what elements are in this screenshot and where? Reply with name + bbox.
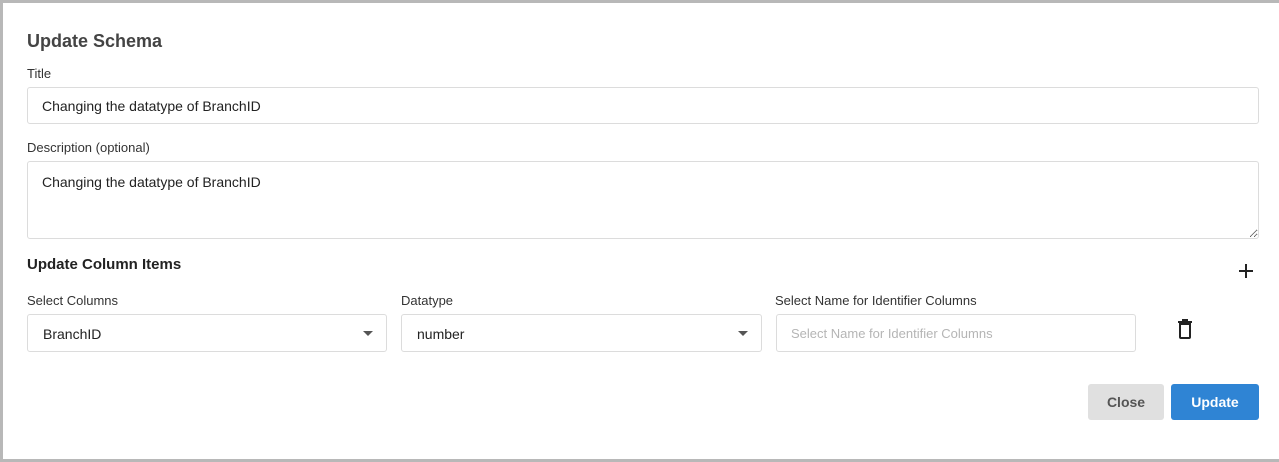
description-label: Description (optional): [27, 140, 150, 155]
section-title: Update Column Items: [27, 256, 182, 273]
trash-icon: [1178, 319, 1192, 339]
identifier-label: Select Name for Identifier Columns: [775, 293, 977, 308]
select-columns-value: BranchID: [43, 326, 102, 342]
identifier-input[interactable]: [776, 314, 1136, 352]
update-schema-dialog: Update Schema Title Description (optiona…: [3, 3, 1279, 459]
plus-icon: [1239, 264, 1253, 278]
datatype-dropdown[interactable]: number: [401, 314, 762, 352]
caret-down-icon: [738, 331, 748, 336]
dialog-title: Update Schema: [27, 31, 163, 51]
add-column-button[interactable]: [1235, 260, 1257, 282]
caret-down-icon: [363, 331, 373, 336]
description-textarea[interactable]: Changing the datatype of BranchID: [27, 161, 1259, 239]
title-label: Title: [27, 66, 52, 81]
datatype-value: number: [417, 326, 465, 342]
title-input[interactable]: [27, 87, 1259, 124]
select-columns-label: Select Columns: [27, 293, 119, 308]
delete-column-button[interactable]: [1175, 318, 1195, 340]
select-columns-dropdown[interactable]: BranchID: [27, 314, 387, 352]
update-button[interactable]: Update: [1171, 384, 1259, 420]
close-button[interactable]: Close: [1088, 384, 1164, 420]
datatype-label: Datatype: [401, 293, 454, 308]
